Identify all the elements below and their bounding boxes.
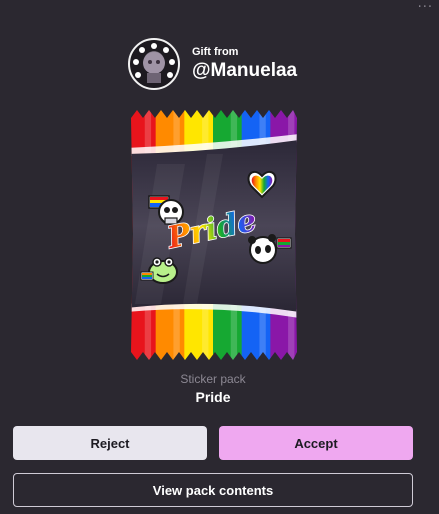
accept-button[interactable]: Accept: [219, 426, 413, 460]
gift-header: Gift from @Manuelaa: [128, 38, 297, 90]
avatar: [128, 38, 180, 90]
sender-username: @Manuelaa: [192, 60, 298, 81]
sticker-pack-image: Pride: [127, 104, 299, 366]
pack-type-label: Sticker pack: [180, 372, 246, 386]
view-pack-contents-button[interactable]: View pack contents: [13, 473, 413, 507]
more-options-icon[interactable]: ···: [418, 0, 433, 15]
reject-button[interactable]: Reject: [13, 426, 207, 460]
pack-name: Pride: [195, 389, 231, 405]
gift-from-label: Gift from: [192, 46, 239, 58]
avatar-art-icon: [133, 43, 175, 83]
